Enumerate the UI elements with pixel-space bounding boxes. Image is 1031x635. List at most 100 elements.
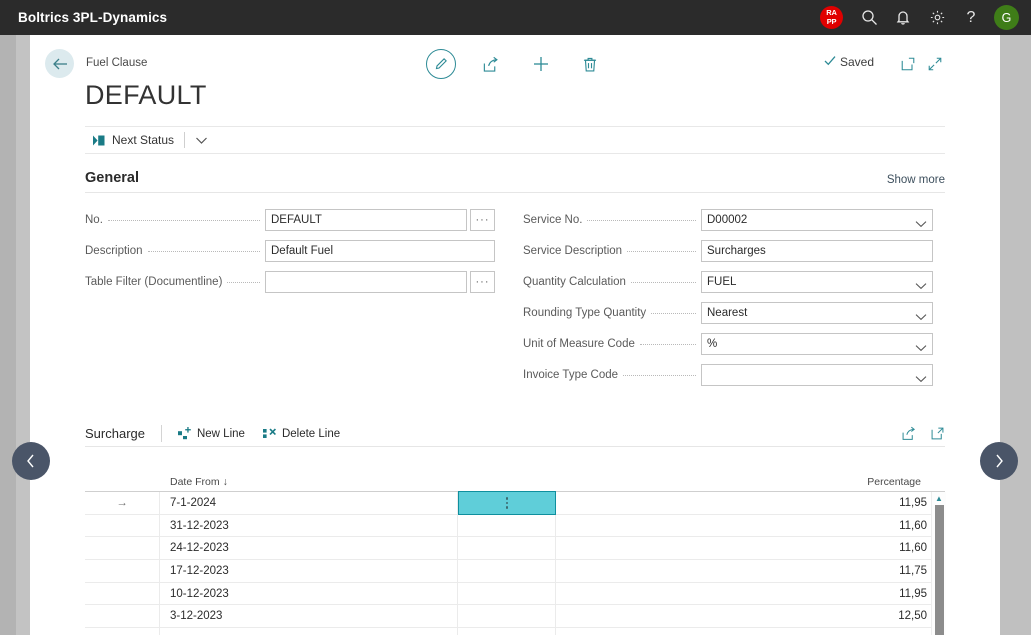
field-control: ··· — [265, 271, 495, 293]
table-row[interactable]: 24-12-2023 11,60 — [85, 537, 945, 561]
delete-line-icon — [262, 427, 277, 440]
avatar[interactable]: G — [994, 5, 1019, 30]
open-in-new-window-icon[interactable] — [893, 49, 923, 79]
show-more-link[interactable]: Show more — [887, 174, 945, 186]
edit-button[interactable] — [426, 49, 456, 79]
bell-icon[interactable] — [886, 1, 920, 35]
delete-line-button[interactable]: Delete Line — [262, 427, 341, 440]
cell-blank[interactable] — [458, 537, 556, 560]
service-description-input[interactable]: Surcharges — [701, 240, 933, 262]
scrollbar-thumb[interactable] — [934, 505, 944, 635]
table-row-partial[interactable] — [85, 628, 945, 635]
delete-button[interactable] — [575, 49, 605, 79]
cell-date-from[interactable]: 10-12-2023 — [160, 582, 458, 605]
new-line-label: New Line — [196, 427, 245, 440]
field-label: Rounding Type Quantity — [523, 307, 647, 319]
label-leader — [651, 310, 696, 314]
grid-col-indicator — [85, 488, 160, 491]
delete-line-label: Delete Line — [281, 427, 341, 440]
grid-col-date-from[interactable]: Date From ↓ — [160, 476, 458, 491]
field-label: Unit of Measure Code — [523, 338, 635, 350]
cell-blank[interactable] — [458, 582, 556, 605]
no-input[interactable]: DEFAULT — [265, 209, 467, 231]
form-left-column: No. DEFAULT ··· Description Default Fuel… — [85, 205, 495, 298]
cell-percentage[interactable]: 12,50 — [556, 605, 945, 627]
grid-col-percentage[interactable]: Percentage — [556, 476, 945, 491]
field-label: Description — [85, 245, 143, 257]
back-button[interactable] — [45, 49, 74, 78]
field-control — [701, 364, 933, 386]
cell-date-from[interactable]: 3-12-2023 — [160, 605, 458, 628]
label-leader — [639, 341, 696, 345]
cell-date-from[interactable] — [160, 628, 458, 635]
next-status-button[interactable]: Next Status — [85, 133, 174, 147]
rapp-badge[interactable]: RA PP — [820, 6, 843, 29]
cell-percentage[interactable]: 11,95 — [556, 492, 945, 514]
field-control: DEFAULT ··· — [265, 209, 495, 231]
unit-of-measure-code-select[interactable]: % — [701, 333, 933, 355]
share-button[interactable] — [475, 49, 505, 79]
cell-date-from[interactable]: 17-12-2023 — [160, 560, 458, 582]
cell-blank[interactable] — [458, 605, 556, 628]
row-indicator — [85, 560, 160, 582]
cell-percentage[interactable] — [556, 628, 945, 635]
rounding-type-quantity-select[interactable]: Nearest — [701, 302, 933, 324]
breadcrumb[interactable]: Fuel Clause — [86, 57, 147, 69]
gear-icon[interactable] — [920, 1, 954, 35]
next-record-button[interactable] — [980, 442, 1018, 480]
scroll-up-icon[interactable]: ▲ — [935, 495, 943, 503]
new-line-icon — [177, 427, 192, 440]
chevron-down-icon[interactable] — [195, 136, 208, 145]
page-title: DEFAULT — [85, 80, 207, 110]
table-row[interactable]: 31-12-2023 11,60 — [85, 514, 945, 538]
table-row[interactable]: → 7-1-2024 11,95 — [85, 491, 945, 515]
new-line-button[interactable]: New Line — [177, 427, 245, 440]
help-icon[interactable]: ? — [954, 1, 988, 35]
cell-percentage[interactable]: 11,95 — [556, 583, 945, 605]
table-row[interactable]: 10-12-2023 11,95 — [85, 582, 945, 606]
cell-blank[interactable] — [458, 514, 556, 537]
selected-cell-highlight[interactable] — [458, 491, 556, 515]
collapse-icon[interactable] — [920, 49, 950, 79]
invoice-type-code-select[interactable] — [701, 364, 933, 386]
open-in-excel-icon[interactable] — [930, 426, 945, 441]
row-indicator — [85, 514, 160, 537]
previous-record-button[interactable] — [12, 442, 50, 480]
search-icon[interactable] — [852, 1, 886, 35]
service-no-select[interactable]: D00002 — [701, 209, 933, 231]
share-icon[interactable] — [901, 426, 916, 441]
topbar-actions: RA PP ? G — [820, 1, 1031, 35]
quantity-calculation-select[interactable]: FUEL — [701, 271, 933, 293]
cell-percentage[interactable]: 11,60 — [556, 537, 945, 559]
cell-date-from[interactable]: 31-12-2023 — [160, 514, 458, 537]
field-control: Surcharges — [701, 240, 933, 262]
grid-vertical-scrollbar[interactable]: ▲ — [931, 492, 946, 635]
surcharge-grid: Date From ↓ Percentage → 7-1-2024 11,95 3… — [85, 470, 946, 635]
no-lookup-button[interactable]: ··· — [470, 209, 495, 231]
cell-date-from[interactable]: 7-1-2024 — [160, 492, 458, 514]
cell-percentage[interactable]: 11,75 — [556, 560, 945, 582]
label-leader — [627, 248, 696, 252]
top-navigation-bar: Boltrics 3PL-Dynamics RA PP ? G — [0, 0, 1031, 35]
table-filter-input[interactable] — [265, 271, 467, 293]
table-row[interactable]: 3-12-2023 12,50 — [85, 605, 945, 629]
add-button[interactable] — [526, 49, 556, 79]
cell-date-from[interactable]: 24-12-2023 — [160, 537, 458, 560]
divider — [160, 425, 162, 442]
cell-blank[interactable] — [458, 560, 556, 582]
description-input[interactable]: Default Fuel — [265, 240, 495, 262]
row-indicator — [85, 605, 160, 628]
row-indicator — [85, 628, 160, 635]
app-window: Boltrics 3PL-Dynamics RA PP ? G Fuel Cla… — [0, 0, 1031, 635]
table-row[interactable]: 17-12-2023 11,75 — [85, 560, 945, 583]
cell-selected[interactable] — [458, 491, 556, 515]
cell-blank[interactable] — [458, 628, 556, 635]
row-options-icon[interactable] — [505, 497, 509, 509]
label-leader — [107, 217, 260, 221]
divider — [184, 132, 186, 148]
grid-col-date-from-label: Date From — [170, 476, 220, 488]
cell-percentage[interactable]: 11,60 — [556, 515, 945, 537]
left-gutter-inner — [16, 30, 30, 635]
field-control: D00002 — [701, 209, 933, 231]
table-filter-lookup-button[interactable]: ··· — [470, 271, 495, 293]
